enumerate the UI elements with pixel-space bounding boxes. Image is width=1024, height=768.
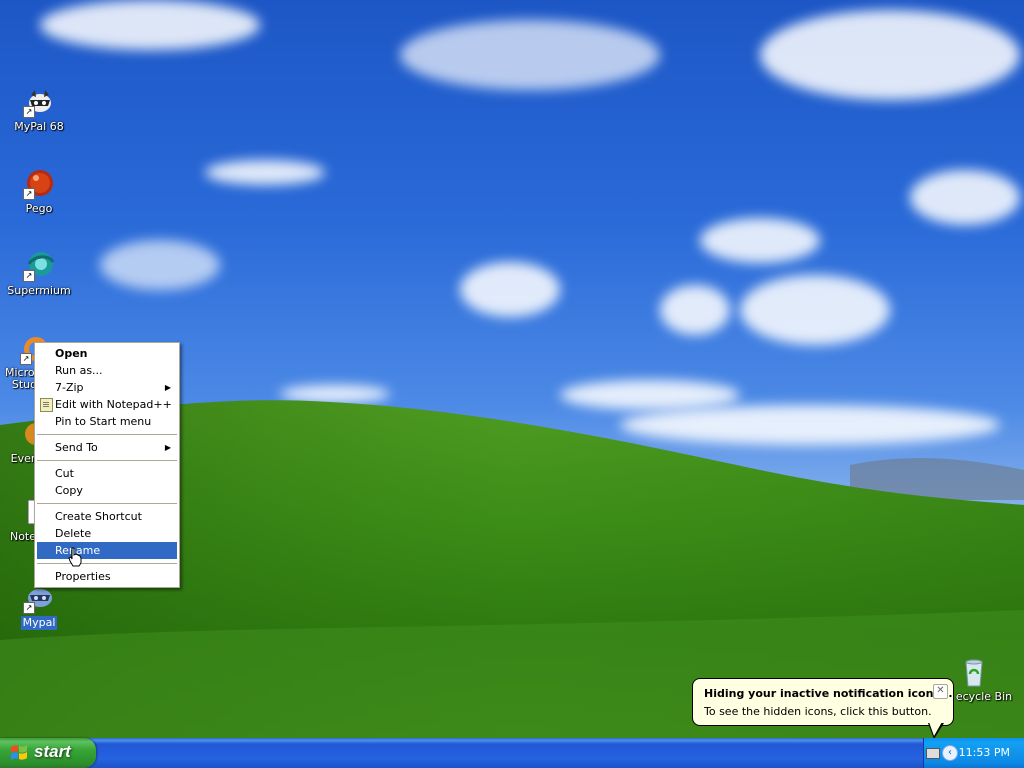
desktop-icon-label: MyPal 68 (14, 120, 64, 133)
menu-item-open[interactable]: Open (37, 345, 177, 362)
menu-item-pin-start[interactable]: Pin to Start menu (37, 413, 177, 430)
desktop-icon-recycle-bin[interactable]: ecycle Bin (944, 656, 1024, 704)
desktop-icon-label: Mypal (20, 616, 58, 630)
desktop-icon-mypal68[interactable]: ↗ MyPal 68 (1, 86, 77, 134)
shortcut-arrow-icon: ↗ (23, 270, 35, 282)
notification-balloon: Hiding your inactive notification icons.… (692, 678, 954, 726)
menu-item-run-as[interactable]: Run as... (37, 362, 177, 379)
menu-item-properties[interactable]: Properties (37, 568, 177, 585)
menu-item-label: Send To (55, 441, 98, 454)
start-button[interactable]: start (0, 738, 96, 768)
balloon-body: To see the hidden icons, click this butt… (704, 705, 932, 718)
submenu-arrow-icon: ▶ (164, 443, 171, 452)
start-label: start (34, 742, 71, 761)
pego-red-orb-icon: ↗ (23, 168, 55, 200)
supermium-icon: ↗ (23, 250, 55, 282)
menu-separator (37, 503, 177, 504)
submenu-arrow-icon: ▶ (164, 383, 171, 392)
shortcut-arrow-icon: ↗ (23, 106, 35, 118)
desktop-icon-label: Supermium (7, 284, 71, 297)
hand-pointer-cursor-icon (68, 547, 82, 567)
balloon-title: Hiding your inactive notification icons.… (704, 687, 953, 700)
menu-item-copy[interactable]: Copy (37, 482, 177, 499)
desktop-icon-mypal[interactable]: ↗ Mypal (1, 582, 77, 630)
menu-separator (37, 563, 177, 564)
menu-item-delete[interactable]: Delete (37, 525, 177, 542)
context-menu: Open Run as... 7-Zip ▶ Edit with Notepad… (34, 342, 180, 588)
recycle-bin-icon (958, 656, 990, 688)
menu-item-label: 7-Zip (55, 381, 84, 394)
shortcut-arrow-icon: ↗ (23, 602, 35, 614)
desktop-icon-supermium[interactable]: ↗ Supermium (1, 250, 77, 298)
menu-item-label: Edit with Notepad++ (55, 398, 172, 411)
menu-item-rename[interactable]: Rename (37, 542, 177, 559)
desktop-icon-label: Pego (25, 202, 53, 215)
menu-item-edit-notepad[interactable]: Edit with Notepad++ (37, 396, 177, 413)
desktop-icon-label: ecycle Bin (955, 690, 1013, 703)
menu-separator (37, 460, 177, 461)
windows-flag-icon (11, 745, 27, 760)
close-icon[interactable]: ✕ (933, 684, 948, 699)
taskbar: start ‹ 11:53 PM (0, 738, 1024, 768)
clock[interactable]: 11:53 PM (959, 746, 1010, 759)
shortcut-arrow-icon: ↗ (23, 188, 35, 200)
keyboard-icon[interactable] (926, 748, 940, 759)
menu-item-cut[interactable]: Cut (37, 465, 177, 482)
show-hidden-icons-chevron-icon[interactable]: ‹ (942, 745, 958, 761)
notepad-plus-plus-icon (40, 398, 53, 412)
menu-item-create-shortcut[interactable]: Create Shortcut (37, 508, 177, 525)
raccoon-icon: ↗ (23, 86, 55, 118)
menu-separator (37, 434, 177, 435)
menu-item-7zip[interactable]: 7-Zip ▶ (37, 379, 177, 396)
balloon-tail-fill (929, 722, 942, 736)
menu-item-send-to[interactable]: Send To ▶ (37, 439, 177, 456)
system-tray: ‹ 11:53 PM (923, 738, 1024, 768)
shortcut-arrow-icon: ↗ (20, 353, 32, 365)
desktop-icon-pego[interactable]: ↗ Pego (1, 168, 77, 216)
